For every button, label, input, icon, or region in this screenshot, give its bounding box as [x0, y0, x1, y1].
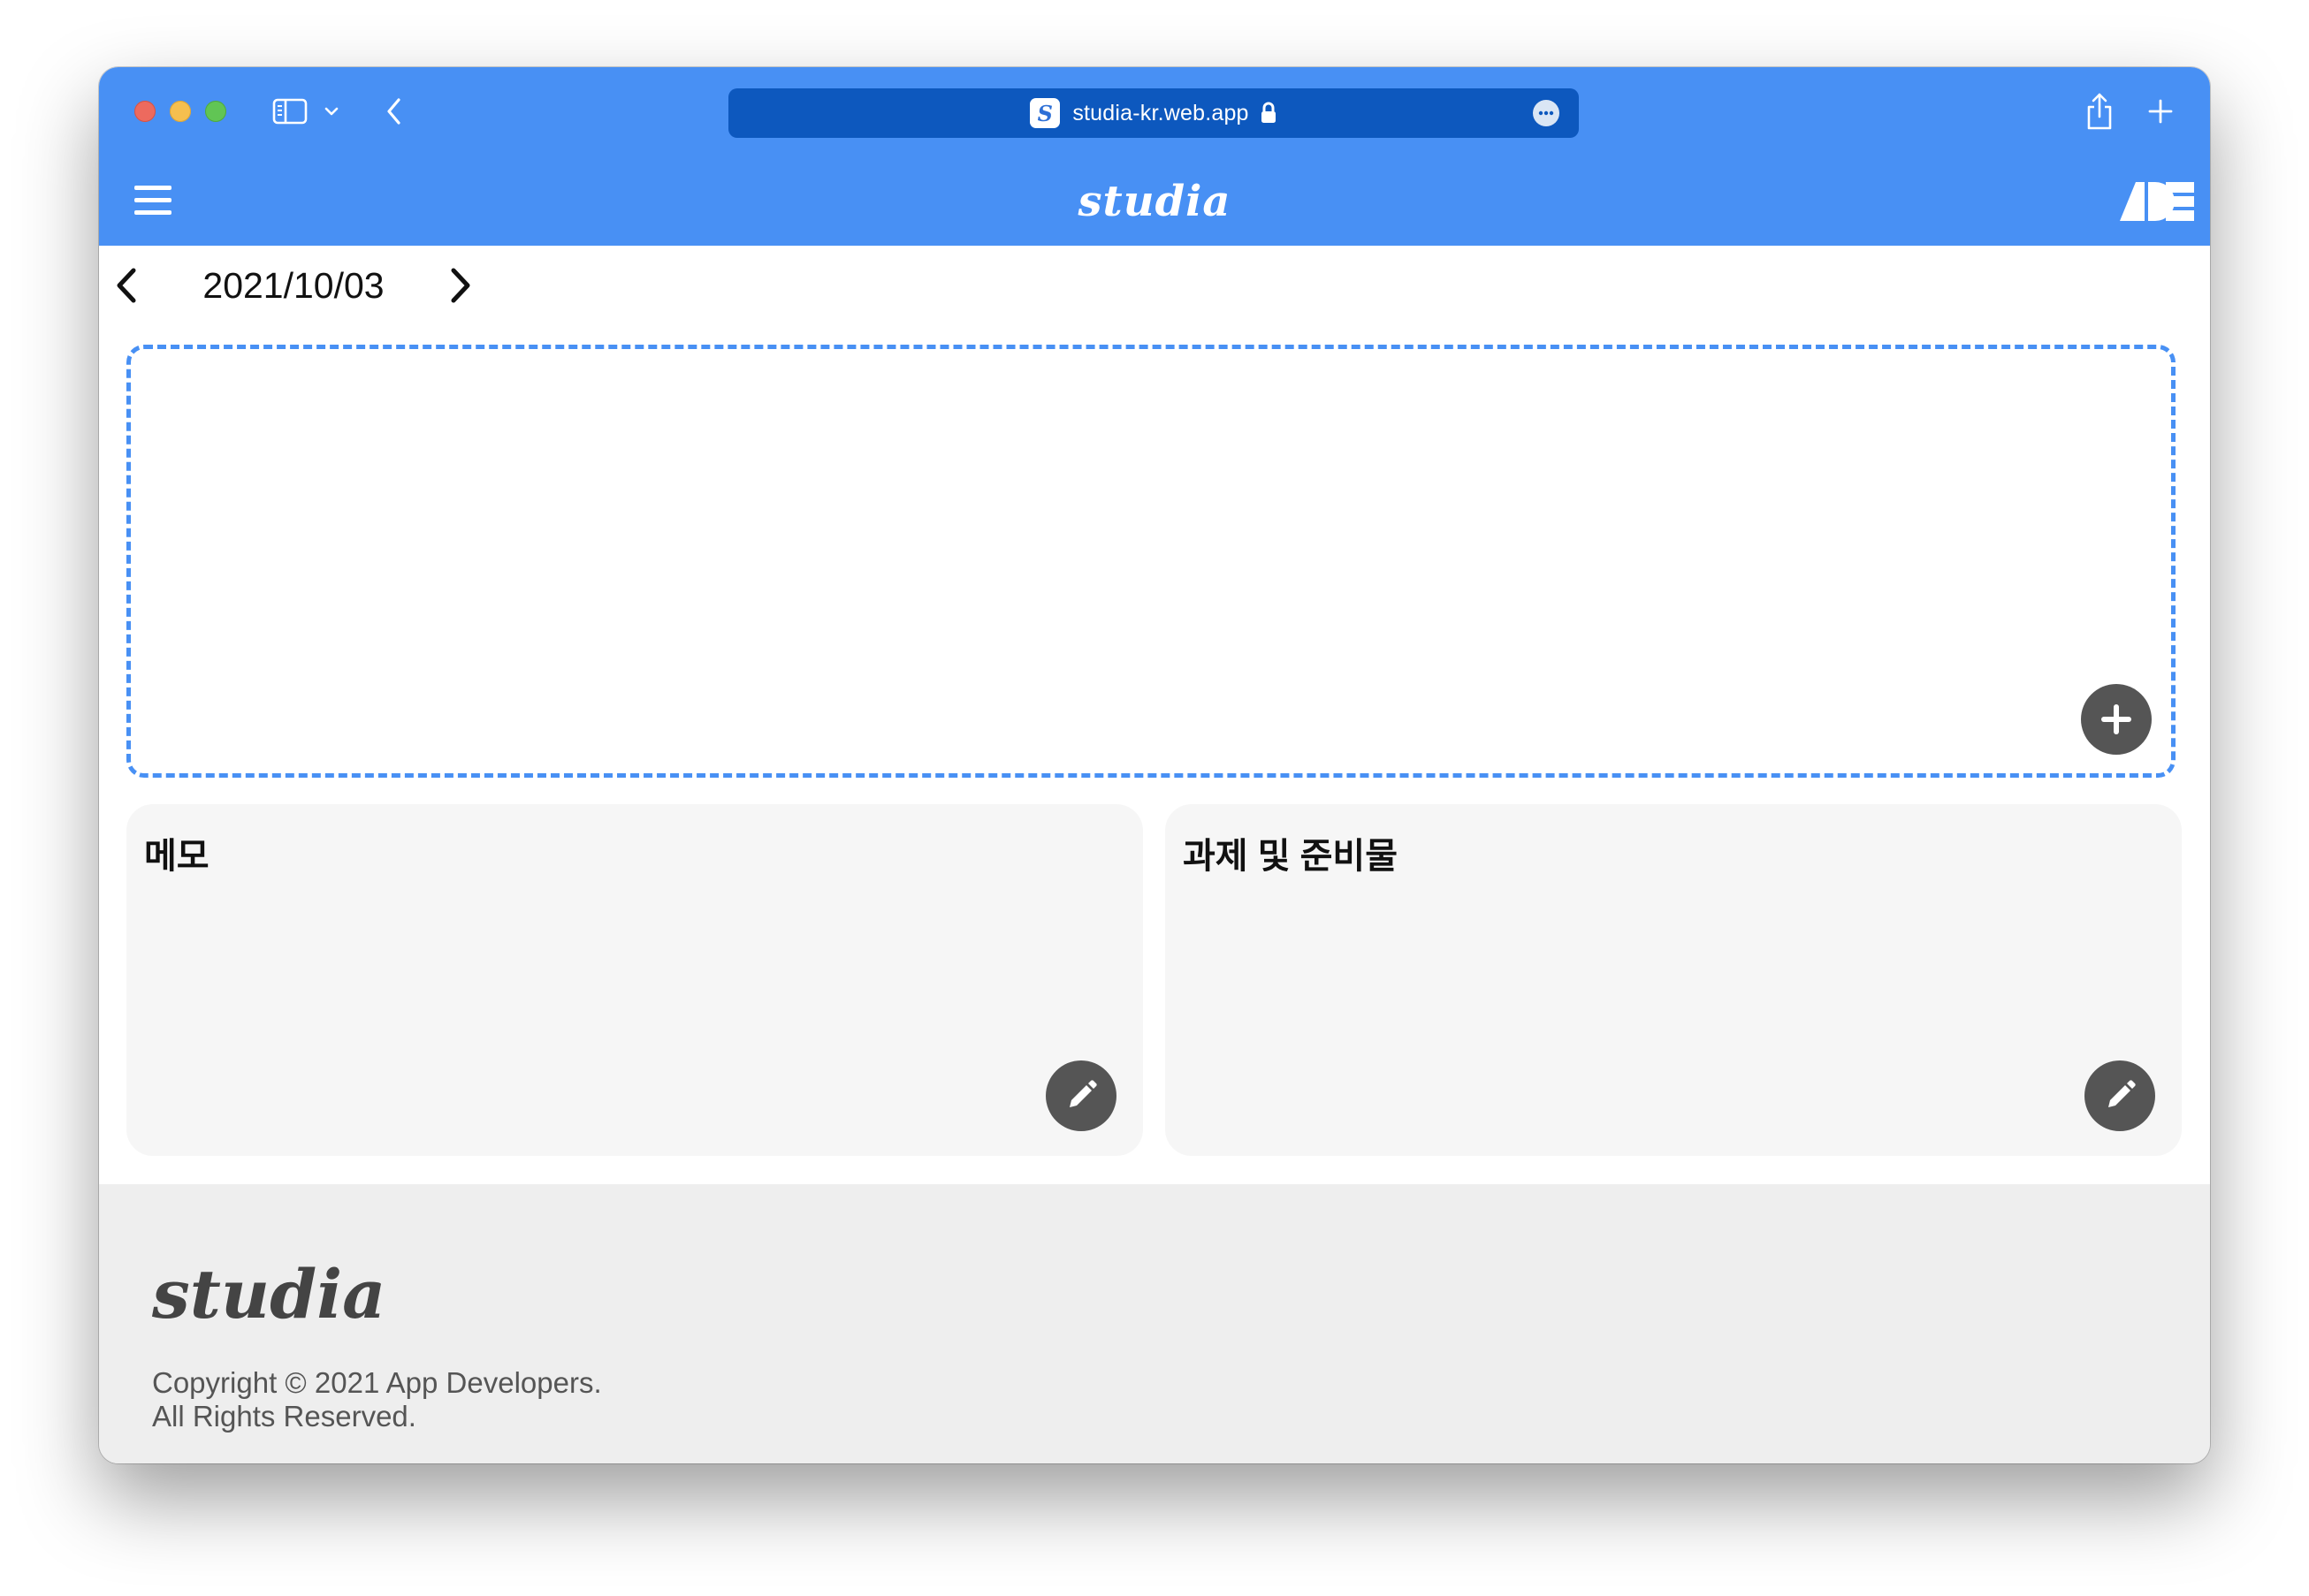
footer: studia Copyright © 2021 App Developers. …: [99, 1184, 2210, 1463]
browser-window: S studia-kr.web.app studia 2021/10/03 메모…: [99, 67, 2210, 1463]
tasks-card: 과제 및 준비물: [1165, 804, 2182, 1156]
add-timetable-button[interactable]: [2081, 684, 2152, 755]
copyright-text: Copyright © 2021 App Developers.: [152, 1366, 602, 1399]
memo-title: 메모: [144, 837, 210, 876]
pencil-icon: [2100, 1076, 2139, 1115]
current-date: 2021/10/03: [202, 265, 385, 306]
memo-card: 메모: [126, 804, 1143, 1156]
pencil-icon: [1062, 1076, 1101, 1115]
sidebar-toggle-icon[interactable]: [271, 97, 309, 125]
previous-date-button[interactable]: [111, 263, 143, 308]
new-tab-icon[interactable]: [2143, 94, 2178, 129]
menu-icon[interactable]: [134, 184, 171, 217]
back-arrow-icon[interactable]: [378, 94, 410, 129]
app-header: studia: [99, 157, 2210, 246]
url-text: studia-kr.web.app: [1072, 100, 1249, 125]
footer-logo: studia: [152, 1255, 386, 1334]
tasks-title: 과제 및 준비물: [1183, 837, 1398, 876]
address-bar[interactable]: S studia-kr.web.app: [728, 88, 1579, 138]
timetable-area[interactable]: [126, 345, 2176, 778]
minimize-window-button[interactable]: [170, 101, 191, 122]
chevron-down-icon[interactable]: [322, 99, 341, 124]
developer-logo-icon: [2120, 182, 2194, 221]
site-favicon: S: [1030, 98, 1061, 128]
lock-icon: [1260, 102, 1277, 125]
share-icon[interactable]: [2081, 88, 2118, 134]
app-title: studia: [1078, 177, 1231, 226]
next-date-button[interactable]: [444, 263, 476, 308]
browser-titlebar: S studia-kr.web.app: [99, 67, 2210, 157]
more-options-icon[interactable]: [1533, 100, 1559, 126]
close-window-button[interactable]: [134, 101, 156, 122]
zoom-window-button[interactable]: [205, 101, 226, 122]
plus-icon: [2099, 702, 2134, 737]
edit-memo-button[interactable]: [1046, 1060, 1116, 1131]
rights-text: All Rights Reserved.: [152, 1400, 416, 1433]
edit-tasks-button[interactable]: [2084, 1060, 2155, 1131]
